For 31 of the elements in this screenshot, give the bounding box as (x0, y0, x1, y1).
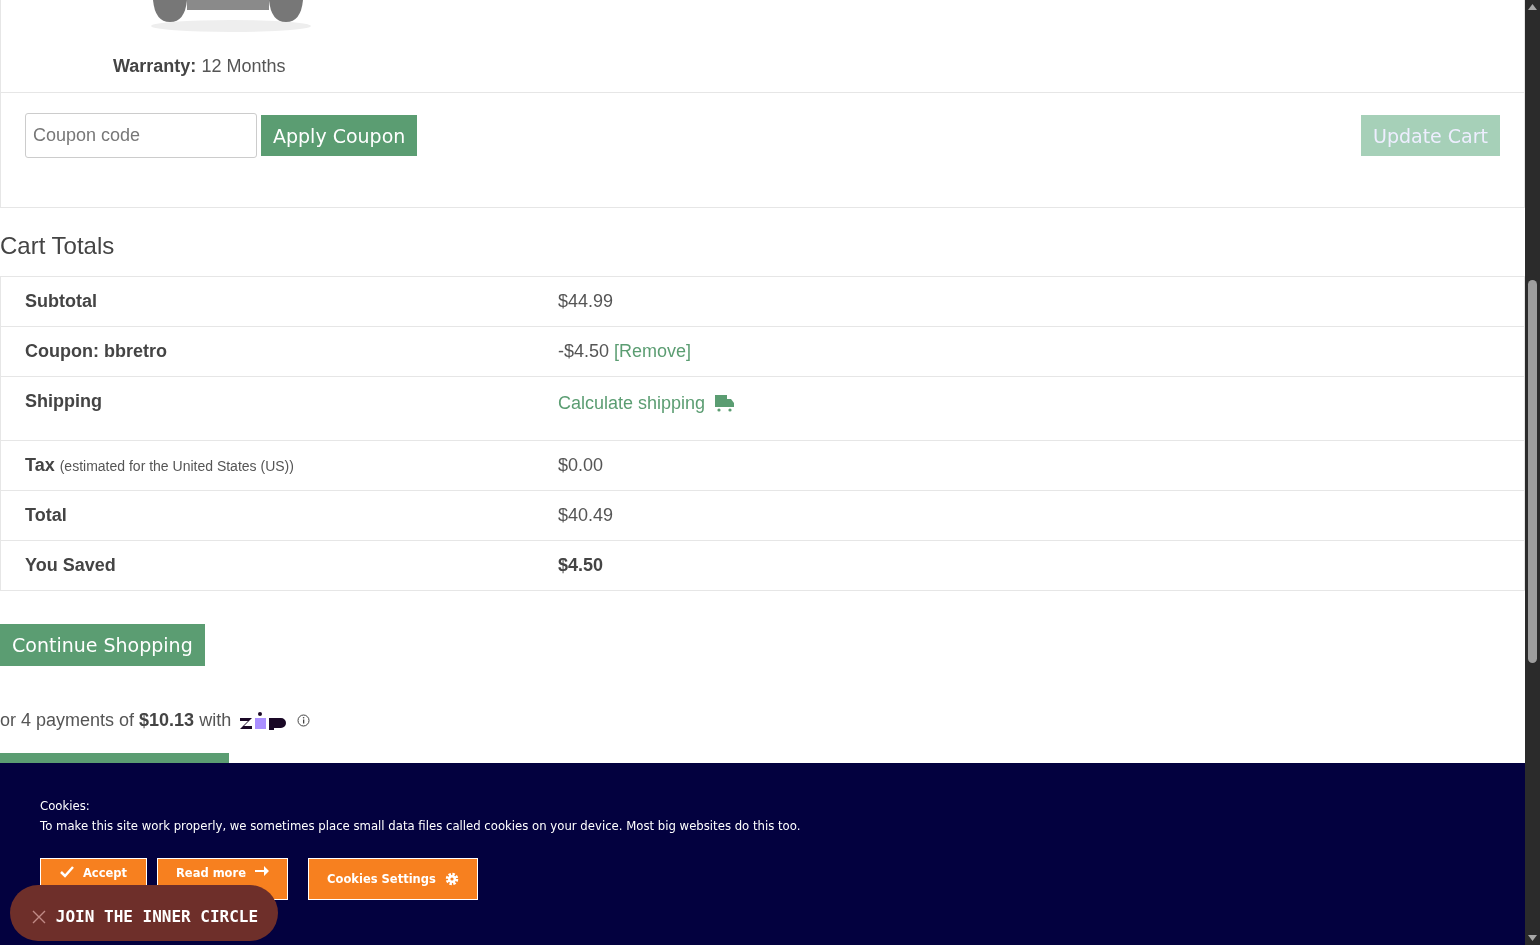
check-icon (59, 866, 74, 878)
truck-icon (715, 395, 735, 412)
coupon-field[interactable]: Coupon code (25, 113, 257, 158)
row-value: $4.50 (558, 555, 604, 575)
arrow-icon (255, 866, 269, 876)
row-label: Coupon: bbretro (0, 326, 534, 377)
settings-icon (444, 872, 459, 886)
calculate-shipping-link[interactable]: Calculate shipping (558, 393, 706, 414)
continue-shopping-button[interactable]: Continue Shopping (0, 624, 205, 666)
warranty-text: Warranty: 12 Months (113, 56, 286, 77)
row-value: $0.00 (558, 455, 604, 475)
row-label: Tax (estimated for the United States (US)) (0, 440, 534, 491)
cookie-notice: Cookies: To make this site work properly, we sometimes place small data files called cookies on your device. Most big websites do this too. (40, 798, 801, 835)
apply-coupon-button[interactable]: Apply Coupon (261, 115, 418, 156)
row-value: $44.99 (558, 291, 614, 311)
row-label: Shipping (0, 376, 534, 441)
close-icon[interactable] (31, 909, 46, 924)
installments-text: or 4 payments of $10.13 with (0, 710, 232, 731)
promo-toast[interactable]: JOIN THE INNER CIRCLE (10, 885, 278, 941)
cookie-button[interactable]: Cookies Settings (308, 858, 478, 900)
info-icon[interactable] (297, 714, 311, 727)
section-heading: Cart Totals (0, 232, 116, 260)
scroll-up-icon[interactable] (1528, 4, 1537, 10)
scrollbar-thumb[interactable] (1528, 280, 1537, 663)
row-label: Total (0, 490, 534, 541)
row-label: Subtotal (0, 276, 534, 327)
remove-link[interactable]: [Remove] (614, 341, 692, 361)
row-value: -$4.50 (558, 341, 610, 361)
scroll-down-icon[interactable] (1528, 935, 1537, 941)
row-label: You Saved (0, 540, 534, 591)
row-value: $40.49 (558, 505, 614, 525)
